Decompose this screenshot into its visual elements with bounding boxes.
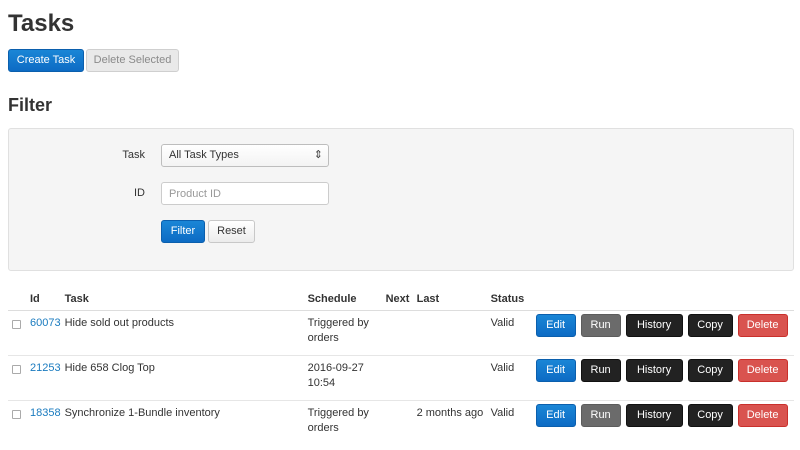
page-title: Tasks <box>8 10 75 37</box>
run-button[interactable]: Run <box>580 358 621 382</box>
task-status: Valid <box>486 310 532 356</box>
task-type-select[interactable]: All Task Types ⇕ <box>161 144 329 167</box>
filter-button[interactable]: Filter <box>161 220 205 243</box>
task-type-label: Task <box>122 149 145 161</box>
copy-button[interactable]: Copy <box>687 313 733 337</box>
table-header-row: Id Task Schedule Next Last Status <box>8 289 794 311</box>
header-actions <box>531 289 794 311</box>
row-select-cell <box>8 400 26 445</box>
task-name: Synchronize 1-Bundle inventory <box>64 406 220 419</box>
edit-button[interactable]: Edit <box>535 358 576 382</box>
row-actions: Edit Run History Copy Delete <box>531 355 794 401</box>
task-name: Hide sold out products <box>60 310 304 356</box>
delete-button[interactable]: Delete <box>737 403 788 427</box>
copy-button[interactable]: Copy <box>687 403 733 427</box>
tasks-table: Id Task Schedule Next Last Status 60073 H… <box>8 289 794 445</box>
task-next <box>382 400 413 445</box>
task-type-selected-value: All Task Types <box>169 149 239 161</box>
id-label: ID <box>134 187 145 199</box>
table-row: 18358 Synchronize 1-Bundle inventory Trigg… <box>8 400 794 445</box>
task-status: Valid <box>490 406 515 419</box>
task-id-link[interactable]: 60073 <box>30 317 61 329</box>
product-id-input[interactable] <box>161 182 329 205</box>
task-id-link[interactable]: 18358 <box>30 407 61 419</box>
delete-selected-button[interactable]: Delete Selected <box>86 49 179 72</box>
edit-button[interactable]: Edit <box>535 313 576 337</box>
task-name: Hide 658 Clog Top <box>60 355 304 401</box>
run-button[interactable]: Run <box>580 403 621 427</box>
header-status: Status <box>486 289 532 311</box>
task-rows: 60073 Hide sold out products Triggered by … <box>8 310 794 445</box>
task-next <box>381 355 413 401</box>
row-checkbox[interactable] <box>12 409 21 419</box>
task-id-cell: 18358 <box>26 400 61 445</box>
header-last: Last <box>412 289 487 311</box>
task-id-cell: 21253 <box>26 355 61 401</box>
task-id-link[interactable]: 21253 <box>30 362 61 374</box>
table-row: 60073 Hide sold out products Triggered by … <box>8 310 794 356</box>
copy-button[interactable]: Copy <box>687 358 733 382</box>
task-next <box>381 310 413 356</box>
task-last <box>412 310 487 356</box>
table-row: 21253 Hide 658 Clog Top 2016-09-27 10:54 Va… <box>8 355 794 401</box>
row-checkbox[interactable] <box>12 364 21 374</box>
history-button[interactable]: History <box>625 358 683 382</box>
history-button[interactable]: History <box>625 313 683 337</box>
header-schedule: Schedule <box>303 289 382 311</box>
header-task: Task <box>60 289 304 311</box>
task-id-cell: 60073 <box>26 310 61 356</box>
header-select <box>8 289 26 311</box>
filter-heading: Filter <box>8 95 53 115</box>
row-actions: Edit Run History Copy Delete <box>531 310 794 356</box>
delete-button[interactable]: Delete <box>737 358 788 382</box>
row-select-cell <box>8 355 26 401</box>
delete-button[interactable]: Delete <box>737 313 788 337</box>
updown-chevron-icon: ⇕ <box>313 149 323 161</box>
task-schedule: Triggered by orders <box>303 310 382 356</box>
task-last: 2 months ago <box>416 406 484 419</box>
edit-button[interactable]: Edit <box>535 403 576 427</box>
history-button[interactable]: History <box>625 403 683 427</box>
run-button[interactable]: Run <box>580 313 621 337</box>
header-next: Next <box>381 289 413 311</box>
row-select-cell <box>8 310 26 356</box>
task-schedule: Triggered by orders <box>307 406 369 434</box>
task-last <box>412 355 487 401</box>
header-id: Id <box>26 289 61 311</box>
filter-panel: Task All Task Types ⇕ ID Filter Reset <box>8 128 794 271</box>
task-status: Valid <box>486 355 532 401</box>
reset-button[interactable]: Reset <box>208 220 255 243</box>
row-checkbox[interactable] <box>12 319 21 329</box>
row-actions: Edit Run History Copy Delete <box>532 400 794 445</box>
task-schedule: 2016-09-27 10:54 <box>303 355 382 401</box>
create-task-button[interactable]: Create Task <box>8 49 84 72</box>
